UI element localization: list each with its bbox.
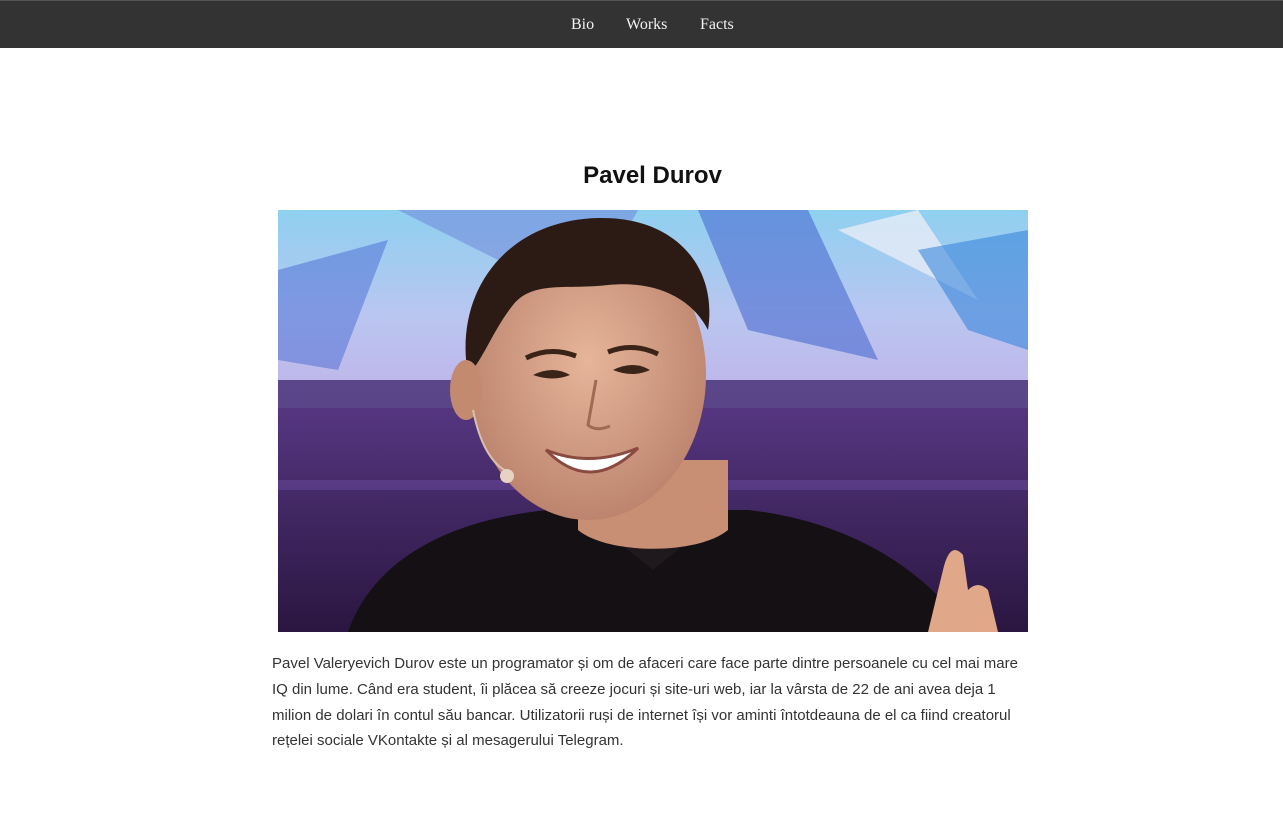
nav-link-works[interactable]: Works — [626, 15, 667, 35]
page-title: Pavel Durov — [583, 162, 722, 189]
top-navigation-bar: Bio Works Facts — [0, 0, 1283, 48]
portrait-photo — [278, 210, 1028, 632]
nav-link-facts[interactable]: Facts — [700, 15, 734, 35]
bio-paragraph: Pavel Valeryevich Durov este un programa… — [272, 655, 1018, 750]
nav-link-bio[interactable]: Bio — [571, 15, 594, 35]
